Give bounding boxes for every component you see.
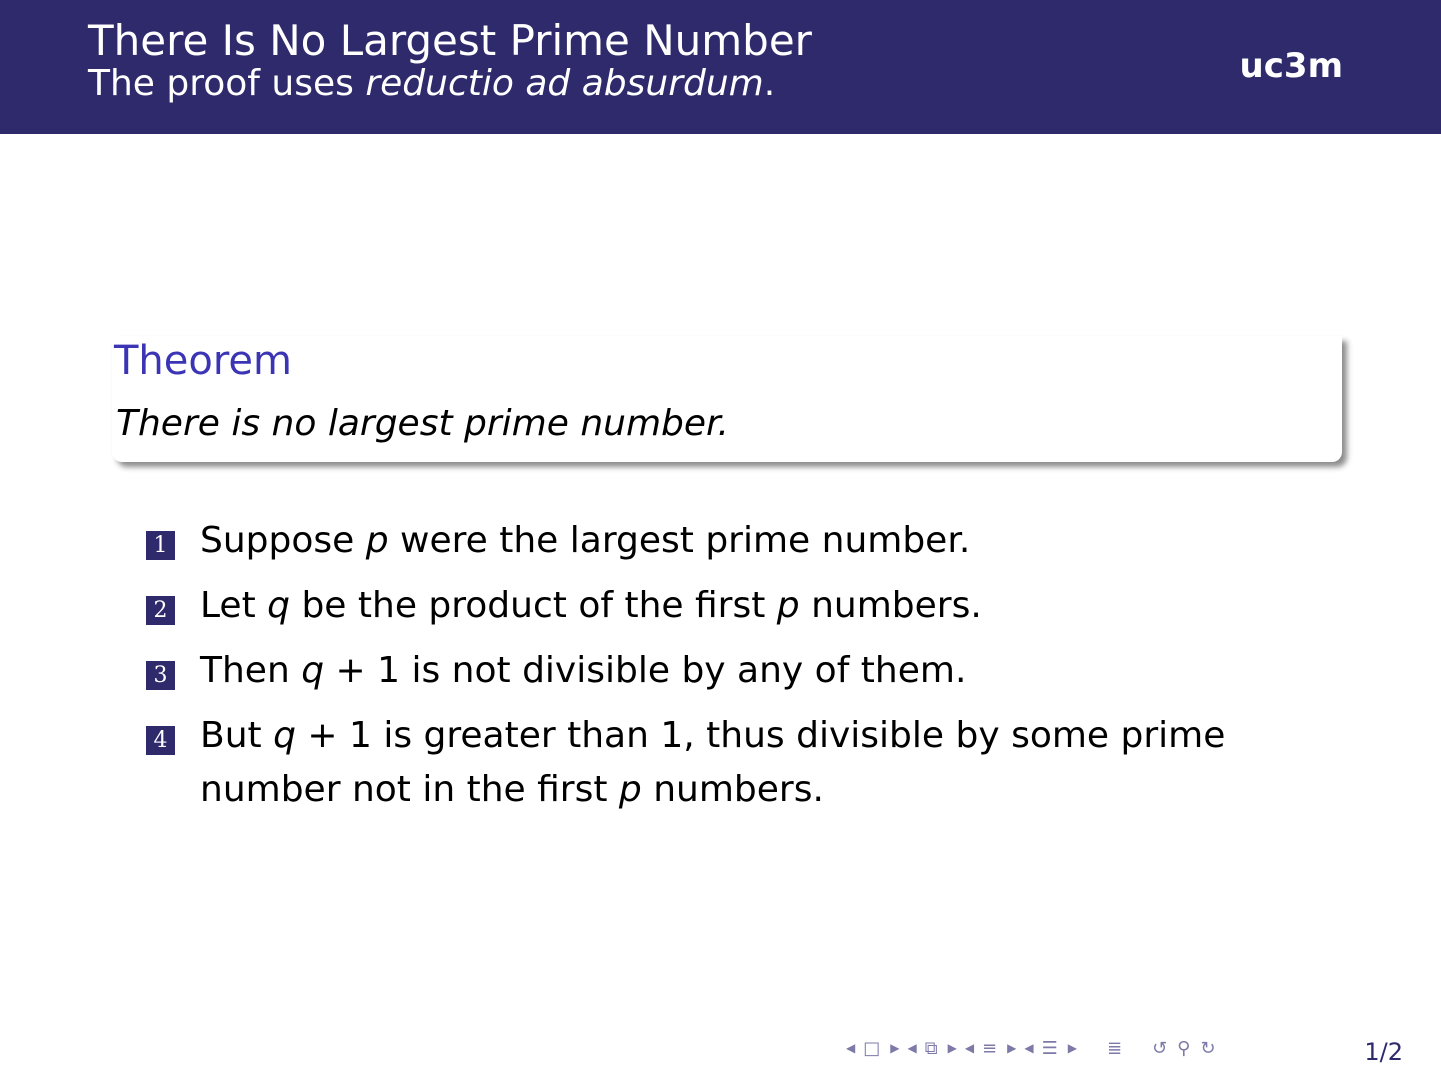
- prev-section-icon[interactable]: ◀: [965, 1041, 974, 1055]
- proof-steps: 1 Suppose p were the largest prime numbe…: [146, 514, 1266, 828]
- next-slide-icon[interactable]: ▶: [1068, 1041, 1077, 1055]
- list-item: 3 Then q + 1 is not divisible by any of …: [146, 644, 1266, 698]
- next-section-icon[interactable]: ▶: [1007, 1041, 1016, 1055]
- step-number: 4: [146, 726, 175, 755]
- slide-icon[interactable]: ☰: [1042, 1038, 1058, 1059]
- page-number: 1/2: [1364, 1038, 1403, 1066]
- list-item: 2 Let q be the product of the first p nu…: [146, 579, 1266, 633]
- slide-header: There Is No Largest Prime Number The pro…: [0, 0, 1441, 134]
- next-frame-icon[interactable]: ▶: [890, 1041, 899, 1055]
- next-subsection-icon[interactable]: ▶: [948, 1041, 957, 1055]
- subtitle-prefix: The proof uses: [88, 63, 366, 104]
- undo-icon[interactable]: ↺: [1152, 1038, 1167, 1059]
- list-item: 1 Suppose p were the largest prime numbe…: [146, 514, 1266, 568]
- theorem-title: Theorem: [114, 338, 293, 384]
- section-icon[interactable]: ≡: [982, 1038, 997, 1059]
- step-number: 3: [146, 661, 175, 690]
- step-text: But q + 1 is greater than 1, thus divisi…: [200, 715, 1226, 810]
- prev-frame-icon[interactable]: ◀: [846, 1041, 855, 1055]
- step-text: Then q + 1 is not divisible by any of th…: [200, 650, 967, 691]
- step-number: 1: [146, 531, 175, 560]
- redo-icon[interactable]: ↻: [1200, 1038, 1215, 1059]
- list-item: 4 But q + 1 is greater than 1, thus divi…: [146, 709, 1266, 817]
- slide-title: There Is No Largest Prime Number: [88, 16, 812, 65]
- outline-icon[interactable]: ≣: [1107, 1038, 1122, 1059]
- subsection-icon[interactable]: ⧉: [925, 1038, 938, 1059]
- prev-slide-icon[interactable]: ◀: [1024, 1041, 1033, 1055]
- uc3m-logo: uc3m: [1239, 46, 1343, 86]
- subtitle-emphasis: reductio ad absurdum: [365, 63, 764, 104]
- step-text: Suppose p were the largest prime number.: [200, 520, 971, 561]
- slide-subtitle: The proof uses reductio ad absurdum.: [88, 62, 775, 106]
- subtitle-suffix: .: [763, 63, 776, 104]
- theorem-body: There is no largest prime number.: [116, 403, 729, 444]
- search-icon[interactable]: ⚲: [1177, 1038, 1190, 1059]
- step-number: 2: [146, 596, 175, 625]
- step-text: Let q be the product of the first p numb…: [200, 585, 982, 626]
- frame-icon[interactable]: □: [863, 1038, 880, 1059]
- beamer-navigation: ◀ □ ▶ ◀ ⧉ ▶ ◀ ≡ ▶ ◀ ☰ ▶ ≣ ↺ ⚲ ↻: [846, 1034, 1225, 1062]
- theorem-block: Theorem There is no largest prime number…: [112, 336, 1342, 462]
- prev-subsection-icon[interactable]: ◀: [907, 1041, 916, 1055]
